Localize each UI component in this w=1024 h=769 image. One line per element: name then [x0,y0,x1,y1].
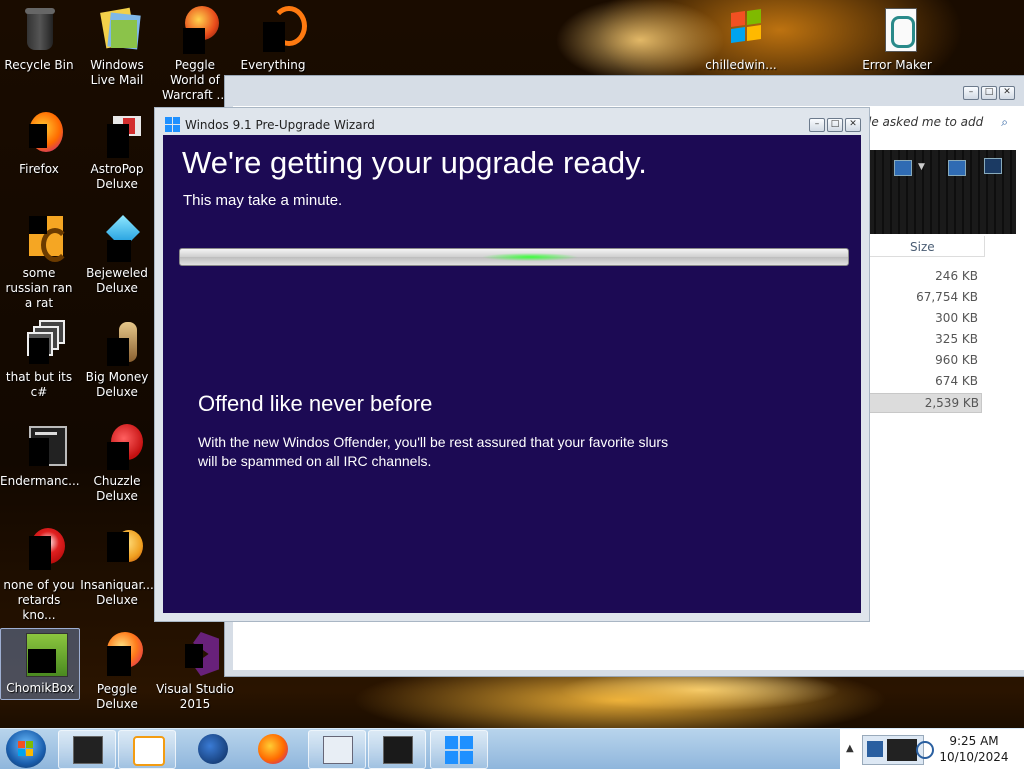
taskbar: ▲ 9:25 AM 10/10/2024 [0,728,1024,769]
error-maker-icon [873,6,921,54]
windows-logo-icon [445,736,473,764]
search-input[interactable]: le asked me to add ⌕ [868,111,1016,133]
tray-monitor-icon[interactable] [887,739,917,761]
desktop-icon-error-maker[interactable]: Error Maker [858,6,936,73]
minimize-icon[interactable]: – [809,118,825,132]
explorer-caption-buttons: – □ ✕ [963,86,1015,100]
desktop-icon-recycle-bin[interactable]: Recycle Bin [0,6,78,73]
firefox-taskbar-icon[interactable] [258,734,288,764]
desktop-icon-chomikbox[interactable]: ChomikBox [0,628,80,700]
desktop-icon-bejeweled[interactable]: Bejeweled Deluxe [78,214,156,296]
astropop-icon [93,110,141,158]
page-title: We're getting your upgrade ready. [182,145,647,180]
visual-studio-icon [171,630,219,678]
close-icon[interactable]: ✕ [999,86,1015,100]
taskbar-app-media-player[interactable] [118,730,176,769]
monitor-app-icon [73,736,103,764]
bejeweled-icon [93,214,141,262]
chuzzle-icon [93,422,143,470]
start-button[interactable] [6,730,46,768]
desktop-icon-firefox[interactable]: Firefox [0,110,78,177]
minimize-icon[interactable]: – [963,86,979,100]
search-placeholder: le asked me to add [868,115,984,129]
big-money-icon [93,318,141,366]
desktop-icon-chilledwin[interactable]: chilledwin... [702,6,780,73]
tray-app-group[interactable] [862,735,924,765]
size-cell: 674 KB [935,374,978,388]
desktop-icon-peggle-wow[interactable]: Peggle World of Warcraft ... [156,6,234,103]
peggle-icon [93,630,143,678]
desktop-icon-none-of-you[interactable]: none of you retards kno... [0,526,78,623]
browser-globe-icon[interactable] [198,734,228,764]
chomikbox-icon [16,629,68,677]
generic-app-icon [15,214,69,262]
insaniquarium-icon [93,526,143,574]
help-icon[interactable] [984,158,1002,174]
desktop-icon-windows-live-mail[interactable]: Windows Live Mail [78,6,156,88]
clock-time: 9:25 AM [949,734,999,748]
desktop-icon-endermanch[interactable]: Endermanc... [0,422,80,489]
red-app-icon [15,526,65,574]
feature-description: With the new Windos Offender, you'll be … [198,434,669,469]
upgrade-wizard-window[interactable]: Windos 9.1 Pre-Upgrade Wizard – □ ✕ We'r… [154,107,870,622]
everything-icon [249,6,307,54]
desktop-icon-big-money[interactable]: Big Money Deluxe [78,318,156,400]
peggle-wow-icon [171,6,219,54]
desktop-icon-everything[interactable]: Everything [234,6,312,73]
progress-bar [179,248,849,266]
size-cell: 246 KB [935,269,978,283]
tray-app-icon[interactable] [867,741,883,757]
monitor-icon [15,422,67,470]
desktop-icon-astropop[interactable]: AstroPop Deluxe [78,110,156,192]
windows-logo-icon [165,117,180,132]
taskbar-app-monitor[interactable] [58,730,116,769]
firefox-icon [15,110,63,158]
window-title: Windos 9.1 Pre-Upgrade Wizard [185,118,375,132]
calculator-icon [323,736,353,764]
desktop-icon-visual-studio[interactable]: Visual Studio 2015 [156,630,234,712]
search-icon[interactable]: ⌕ [1001,111,1008,133]
wizard-caption-buttons: – □ ✕ [809,118,861,132]
recycle-bin-icon [15,6,63,54]
close-icon[interactable]: ✕ [845,118,861,132]
chevron-up-icon[interactable]: ▲ [846,743,854,754]
maximize-icon[interactable]: □ [981,86,997,100]
size-cell: 325 KB [935,332,978,346]
column-header-size[interactable]: Size [868,236,985,257]
desktop-icon-russian-rat[interactable]: some russian ran a rat [0,214,78,311]
size-cell: 960 KB [935,353,978,367]
network-icon[interactable] [916,741,934,759]
page-subtitle: This may take a minute. [183,192,343,209]
view-icon[interactable] [894,160,912,176]
progress-indicator [470,252,590,262]
pane-icon[interactable] [948,160,966,176]
size-cell: 67,754 KB [916,290,978,304]
windows-live-mail-icon [93,6,141,54]
taskbar-app-windos[interactable] [430,730,488,769]
desktop-icon-c-sharp[interactable]: that but its c# [0,318,78,400]
size-cell: 300 KB [935,311,978,325]
feature-title: Offend like never before [198,391,433,416]
desktop-icon-peggle[interactable]: Peggle Deluxe [78,630,156,712]
taskbar-app-display[interactable] [368,730,426,769]
wizard-content: We're getting your upgrade ready. This m… [163,135,861,613]
explorer-toolbar: ▼ [868,150,1016,234]
clock-date: 10/10/2024 [939,750,1009,764]
taskbar-clock[interactable]: 9:25 AM 10/10/2024 [936,733,1012,765]
media-player-icon [133,736,165,766]
desktop-icon-chuzzle[interactable]: Chuzzle Deluxe [78,422,156,504]
taskbar-app-calculator[interactable] [308,730,366,769]
copy-windows-icon [15,318,65,366]
size-cell-selected[interactable]: 2,539 KB [868,393,982,413]
desktop-icon-insaniquarium[interactable]: Insaniquar... Deluxe [78,526,156,608]
windows-xp-flag-icon [717,6,765,54]
chevron-down-icon[interactable]: ▼ [918,162,925,172]
maximize-icon[interactable]: □ [827,118,843,132]
display-app-icon [383,736,413,764]
